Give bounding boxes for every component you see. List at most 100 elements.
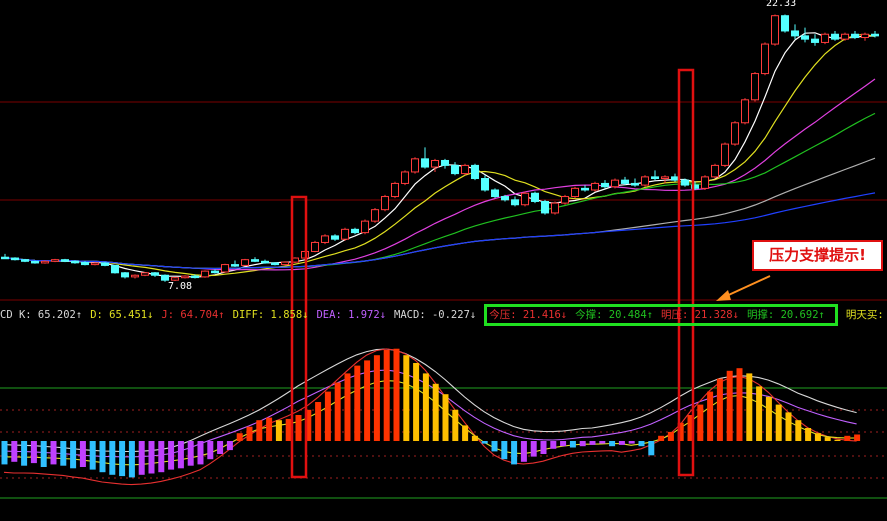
candle-body: [201, 270, 209, 278]
candle-body: [661, 176, 669, 180]
candle-body: [781, 15, 789, 32]
macd-bar: [79, 441, 86, 467]
macd-bar: [442, 394, 449, 441]
candle-body: [851, 33, 859, 39]
macd-bar: [422, 373, 429, 441]
indicator-value: 明撑: 20.692↑: [746, 309, 825, 321]
candle-body: [371, 209, 379, 222]
macd-bar: [638, 441, 645, 447]
candle-body: [361, 220, 369, 234]
candle-body: [91, 262, 99, 266]
candle-body: [351, 228, 359, 234]
macd-bar: [236, 433, 243, 441]
macd-bar: [207, 441, 214, 460]
candle-body: [151, 272, 159, 276]
candle-body: [591, 182, 599, 191]
candle-body: [531, 192, 539, 202]
macd-bar: [658, 435, 665, 441]
candle-body: [21, 259, 29, 262]
macd-bar: [364, 360, 371, 441]
macd-bar: [334, 382, 341, 441]
candle-body: [711, 164, 719, 178]
macd-bar: [795, 420, 802, 441]
macd-bar: [197, 441, 204, 465]
macd-bar: [138, 441, 145, 475]
candle-body: [471, 164, 479, 180]
candle-body: [481, 178, 489, 191]
candle-body: [251, 259, 259, 262]
macd-bar: [589, 441, 596, 445]
candle-body: [431, 159, 439, 168]
macd-bar: [824, 437, 831, 441]
macd-bar: [393, 348, 400, 441]
candle-body: [641, 176, 649, 186]
macd-bar: [432, 383, 439, 441]
indicator-value: MACD: -0.227↓: [394, 309, 477, 321]
candle-body: [811, 38, 819, 43]
macd-bar: [814, 433, 821, 441]
candle-body: [631, 182, 639, 186]
candle-body: [341, 228, 349, 240]
macd-bar: [501, 441, 508, 460]
macd-bar: [569, 441, 576, 448]
macd-bar: [550, 441, 557, 449]
ma120-line: [4, 192, 876, 270]
candle-body: [461, 164, 469, 175]
candle-body: [261, 260, 269, 264]
macd-bar: [560, 441, 567, 447]
candle-body: [331, 235, 339, 240]
macd-bar: [854, 434, 861, 441]
macd-bar: [1, 441, 8, 465]
macd-bar: [667, 431, 674, 441]
candle-body: [81, 261, 89, 266]
indicator-value: 明天买: 0: [845, 309, 887, 321]
macd-bar: [844, 435, 851, 441]
macd-bar: [599, 441, 606, 444]
macd-bar: [21, 441, 28, 466]
macd-bar: [471, 435, 478, 441]
candle-body: [221, 264, 229, 273]
macd-bar: [628, 441, 635, 444]
ma10-line: [4, 33, 876, 277]
macd-bar: [50, 441, 57, 465]
macd-bar: [462, 425, 469, 441]
candle-body: [561, 196, 569, 204]
candle-body: [761, 43, 769, 75]
macd-bar: [89, 441, 96, 470]
candle-body: [871, 33, 879, 37]
candle-body: [121, 272, 129, 278]
candle-body: [161, 274, 169, 281]
highlight-box-right: [677, 68, 695, 477]
macd-bar: [726, 370, 733, 441]
macd-bar: [246, 426, 253, 441]
macd-bar: [295, 415, 302, 441]
candle-body: [611, 179, 619, 188]
macd-bar: [266, 417, 273, 441]
candle-body: [241, 259, 249, 266]
indicator-value: 今压: 21.416↓: [489, 309, 568, 321]
candle-body: [581, 187, 589, 191]
macd-bar: [540, 441, 547, 454]
candle-body: [111, 264, 119, 274]
candle-body: [11, 257, 19, 261]
macd-bar: [511, 441, 518, 465]
candle-body: [771, 15, 779, 45]
candle-body: [601, 182, 609, 188]
macd-bar: [60, 441, 67, 466]
candle-body: [141, 272, 149, 276]
macd-bar: [256, 420, 263, 441]
candle-body: [791, 30, 799, 37]
macd-bar: [177, 441, 184, 469]
macd-bar: [128, 441, 135, 478]
macd-bar: [481, 441, 488, 444]
macd-bar: [40, 441, 47, 467]
candle-body: [721, 143, 729, 166]
candle-body: [701, 176, 709, 189]
candle-body: [321, 235, 329, 243]
candle-body: [841, 33, 849, 40]
indicator-value: 明压: 21.328↓: [661, 309, 739, 321]
indicator-value: D: 65.451↓: [90, 309, 154, 321]
indicator-value: J: 64.704↑: [161, 309, 225, 321]
ma5-line: [4, 32, 876, 278]
macd-bar: [609, 441, 616, 447]
